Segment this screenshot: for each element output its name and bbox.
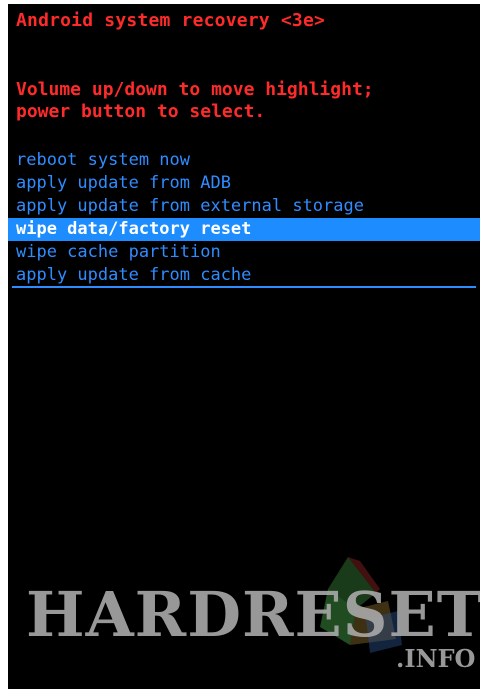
menu-item-apply-update-adb[interactable]: apply update from ADB — [8, 172, 480, 195]
watermark-suffix-text: .INFO — [396, 644, 476, 673]
recovery-title: Android system recovery <3e> — [16, 10, 326, 31]
navigation-instructions: Volume up/down to move highlight; power … — [16, 79, 374, 123]
recovery-menu: reboot system now apply update from ADB … — [8, 149, 480, 287]
menu-item-wipe-cache-partition[interactable]: wipe cache partition — [8, 241, 480, 264]
recovery-screen: Android system recovery <3e> Volume up/d… — [8, 4, 480, 689]
instruction-line-2: power button to select. — [16, 101, 266, 122]
instruction-line-1: Volume up/down to move highlight; — [16, 79, 374, 100]
menu-divider — [12, 286, 476, 288]
menu-item-wipe-data-factory-reset[interactable]: wipe data/factory reset — [8, 218, 480, 241]
watermark-brand-text: HARDRESET — [26, 578, 480, 651]
hardreset-watermark: HARDRESET .INFO — [8, 544, 480, 689]
menu-item-apply-update-external-storage[interactable]: apply update from external storage — [8, 195, 480, 218]
menu-item-reboot-system-now[interactable]: reboot system now — [8, 149, 480, 172]
menu-item-apply-update-cache[interactable]: apply update from cache — [8, 264, 480, 287]
